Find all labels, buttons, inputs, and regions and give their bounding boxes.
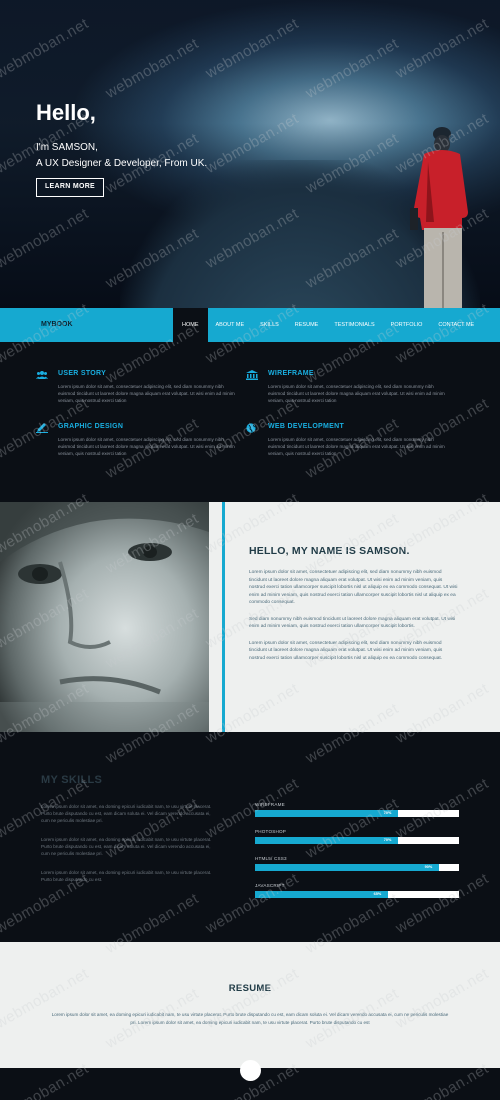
nav-item-testimonials[interactable]: TESTIMONIALS [326, 308, 382, 342]
nav-item-about-me[interactable]: ABOUT ME [208, 308, 253, 342]
portrait-image [0, 502, 209, 732]
skill-percent: 90% [424, 865, 433, 869]
about-title: HELLO, MY NAME IS SAMSON. [249, 545, 410, 557]
nav-item-portfolio[interactable]: PORTFOLIO [383, 308, 431, 342]
about-content: HELLO, MY NAME IS SAMSON. Lorem ipsum do… [249, 545, 459, 671]
service-title: USER STORY [58, 370, 107, 377]
skill-bar-photoshop: PHOTOSHOP 70% [255, 829, 459, 844]
logo-text: MYBOOK [41, 321, 73, 328]
skill-fill [255, 864, 439, 871]
resume-title: RESUME [228, 983, 272, 994]
skill-bar-html5-css3: HTML5/ CSS3 90% [255, 856, 459, 871]
skills-paragraph: Lorem ipsum dolor sit amet, ea doming ep… [41, 837, 212, 856]
hero-text: Hello, I'm SAMSON, A UX Designer & Devel… [36, 100, 207, 174]
skill-name: WIREFRAME [255, 802, 285, 807]
skill-name: PHOTOSHOP [255, 829, 287, 834]
hero-intro: I'm SAMSON, [36, 142, 98, 153]
skill-track: 70% [255, 810, 459, 817]
main-navbar: MYBOOK HOME ABOUT ME SKILLS RESUME TESTI… [0, 308, 500, 342]
globe-icon [246, 423, 256, 433]
about-paragraph: Lorem ipsum dolor sit amet, consectetuer… [249, 640, 443, 661]
service-text: Lorem ipsum dolor sit amet, consectetuer… [58, 384, 235, 403]
skill-fill [255, 837, 398, 844]
skill-bar-javascript: JAVASCRIPT 65% [255, 883, 459, 898]
learn-more-button[interactable]: LEARN MORE [36, 178, 104, 197]
resume-section: RESUME Lorem ipsum dolor sit amet, ea do… [0, 942, 500, 1068]
nav-menu: HOME ABOUT ME SKILLS RESUME TESTIMONIALS… [173, 308, 482, 342]
pencil-icon [36, 423, 48, 433]
service-text: Lorem ipsum dolor sit amet, consectetuer… [268, 437, 445, 456]
nav-item-skills[interactable]: SKILLS [252, 308, 287, 342]
skill-percent: 70% [383, 838, 392, 842]
service-text: Lorem ipsum dolor sit amet, consectetuer… [58, 437, 235, 456]
skill-percent: 65% [373, 892, 382, 896]
skill-fill [255, 810, 398, 817]
service-title: WEB DEVELOPMENT [268, 423, 345, 430]
service-text: Lorem ipsum dolor sit amet, consectetuer… [268, 384, 445, 403]
hero-tagline: A UX Designer & Developer, From UK. [36, 158, 208, 169]
service-title: WIREFRAME [268, 370, 314, 377]
about-accent-bar [222, 502, 225, 732]
nav-item-home[interactable]: HOME [173, 308, 208, 342]
skills-title: MY SKILLS [41, 774, 103, 786]
hero-person-image [410, 127, 468, 308]
resume-text: Lorem ipsum dolor sit amet, ea doming ep… [51, 1012, 449, 1025]
logo[interactable]: MYBOOK [0, 308, 173, 342]
scroll-indicator-dot[interactable] [240, 1060, 261, 1081]
users-icon [36, 371, 48, 379]
skill-bar-wireframe: WIREFRAME 70% [255, 802, 459, 817]
skill-fill [255, 891, 388, 898]
services-section: USER STORY Lorem ipsum dolor sit amet, c… [0, 342, 500, 502]
about-paragraph: Lorem ipsum dolor sit amet, consectetuer… [249, 570, 458, 605]
skills-paragraph: Lorem ipsum dolor sit amet, ea doming ep… [41, 804, 212, 823]
hero-section: Hello, I'm SAMSON, A UX Designer & Devel… [0, 0, 500, 308]
about-section: HELLO, MY NAME IS SAMSON. Lorem ipsum do… [0, 502, 500, 732]
skill-percent: 70% [383, 811, 392, 815]
skills-section: MY SKILLS Lorem ipsum dolor sit amet, ea… [0, 732, 500, 942]
skill-name: JAVASCRIPT [255, 883, 285, 888]
nav-item-contact-me[interactable]: CONTACT ME [430, 308, 482, 342]
footer [0, 1060, 500, 1100]
service-title: GRAPHIC DESIGN [58, 423, 124, 430]
nav-item-resume[interactable]: RESUME [287, 308, 327, 342]
hero-title: Hello, [36, 100, 96, 125]
bank-icon [246, 370, 258, 380]
skill-track: 65% [255, 891, 459, 898]
skill-name: HTML5/ CSS3 [255, 856, 287, 861]
skill-track: 70% [255, 837, 459, 844]
about-paragraph: Sed diam nonummy nibh euismod tincidunt … [249, 616, 456, 630]
skills-paragraph: Lorem ipsum dolor sit amet, ea doming ep… [41, 870, 212, 882]
skill-track: 90% [255, 864, 459, 871]
